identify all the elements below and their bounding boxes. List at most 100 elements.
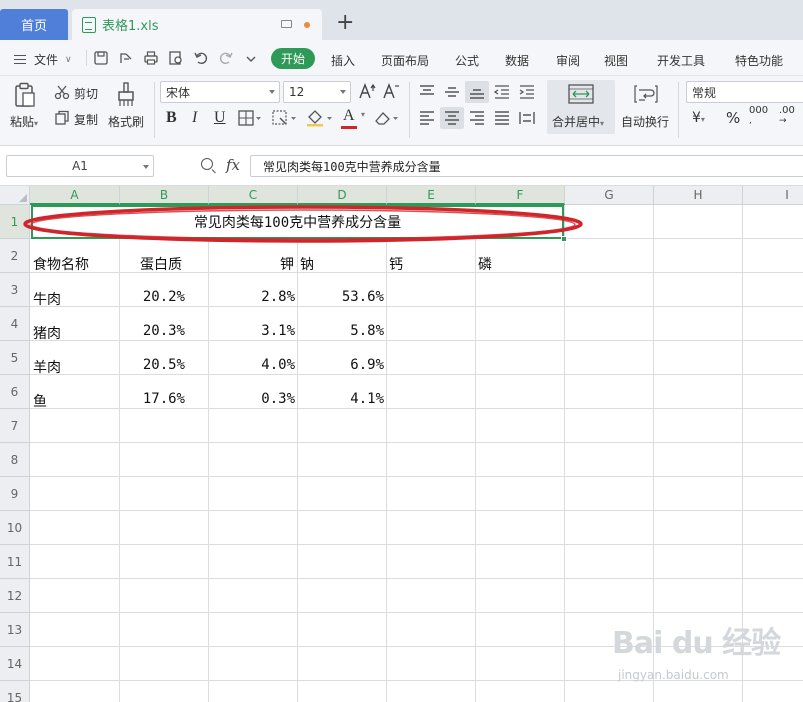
align-top-icon[interactable] — [419, 85, 435, 99]
font-size-select[interactable]: 12 — [283, 81, 351, 103]
merge-cells-icon[interactable] — [568, 84, 594, 104]
row-header-13[interactable]: 13 — [0, 613, 30, 647]
row-header-7[interactable]: 7 — [0, 409, 30, 443]
menu-tab-data[interactable]: 数据 — [505, 52, 529, 69]
align-center-icon[interactable] — [444, 111, 460, 125]
copy-icon[interactable] — [54, 110, 70, 126]
save-icon[interactable] — [93, 50, 109, 66]
justify-icon[interactable] — [494, 111, 510, 125]
row-header-3[interactable]: 3 — [0, 273, 30, 307]
menu-tab-formulas[interactable]: 公式 — [455, 52, 479, 69]
align-left-icon[interactable] — [419, 111, 435, 125]
cell-a3[interactable]: 牛肉 — [33, 289, 61, 309]
new-tab-button[interactable]: + — [336, 12, 354, 34]
align-middle-icon[interactable] — [444, 85, 460, 99]
column-header-h[interactable]: H — [654, 186, 743, 205]
row-header-14[interactable]: 14 — [0, 647, 30, 681]
bold-button[interactable]: B — [166, 109, 177, 127]
cell-e2[interactable]: 钙 — [389, 254, 403, 274]
increase-decimal-button[interactable]: .00 → — [779, 106, 795, 127]
tab-home[interactable]: 首页 — [0, 9, 68, 40]
cell-a5[interactable]: 羊肉 — [33, 357, 61, 377]
percent-button[interactable]: % — [726, 109, 740, 127]
file-menu-button[interactable]: 文件 ∨ — [14, 51, 72, 68]
menu-tab-review[interactable]: 审阅 — [556, 52, 580, 69]
customize-quick-access-icon[interactable] — [243, 50, 259, 66]
format-painter-button[interactable]: 格式刷 — [108, 113, 144, 130]
cell-d4[interactable]: 5.8% — [298, 323, 384, 339]
cell-a2[interactable]: 食物名称 — [33, 254, 89, 274]
cell-c2[interactable]: 钾 — [209, 254, 294, 274]
paste-icon[interactable] — [14, 82, 36, 108]
cell-c6[interactable]: 0.3% — [209, 391, 295, 407]
font-color-button[interactable]: A ▾ — [341, 107, 369, 129]
row-header-4[interactable]: 4 — [0, 307, 30, 341]
eraser-icon[interactable] — [374, 110, 400, 126]
row-header-9[interactable]: 9 — [0, 477, 30, 511]
cell-b6[interactable]: 17.6% — [120, 391, 185, 407]
row-header-12[interactable]: 12 — [0, 579, 30, 613]
name-box[interactable]: A1 — [6, 155, 154, 177]
monitor-icon[interactable] — [281, 20, 292, 28]
increase-indent-icon[interactable] — [519, 85, 535, 99]
italic-button[interactable]: I — [192, 109, 197, 127]
row-header-10[interactable]: 10 — [0, 511, 30, 545]
cell-d5[interactable]: 6.9% — [298, 357, 384, 373]
cell-format-icon[interactable] — [272, 110, 298, 126]
cell-c5[interactable]: 4.0% — [209, 357, 295, 373]
cell-a4[interactable]: 猪肉 — [33, 323, 61, 343]
print-preview-icon[interactable] — [168, 50, 184, 66]
tab-file[interactable]: 表格1.xls — [72, 9, 322, 40]
menu-tab-insert[interactable]: 插入 — [331, 52, 355, 69]
wrap-text-icon[interactable] — [634, 84, 658, 104]
cell-b2[interactable]: 蛋白质 — [140, 254, 182, 274]
cell-c4[interactable]: 3.1% — [209, 323, 295, 339]
menu-tab-start[interactable]: 开始 — [271, 48, 315, 69]
decrease-indent-icon[interactable] — [494, 85, 510, 99]
cell-a6[interactable]: 鱼 — [33, 391, 47, 411]
merge-center-button[interactable]: 合并居中▾ — [552, 113, 604, 130]
column-header-i[interactable]: I — [743, 186, 803, 205]
number-format-select[interactable]: 常规 — [686, 81, 803, 103]
cell-b3[interactable]: 20.2% — [120, 289, 185, 305]
undo-icon[interactable] — [193, 50, 209, 66]
export-icon[interactable] — [118, 50, 134, 66]
zoom-icon[interactable] — [201, 158, 213, 170]
redo-icon[interactable] — [218, 50, 234, 66]
print-icon[interactable] — [143, 50, 159, 66]
increase-font-size-icon[interactable] — [358, 82, 376, 100]
row-header-8[interactable]: 8 — [0, 443, 30, 477]
wrap-text-button[interactable]: 自动换行 — [621, 113, 669, 130]
fill-color-icon[interactable] — [306, 109, 334, 127]
cell-d2[interactable]: 钠 — [300, 254, 314, 274]
decrease-font-size-icon[interactable] — [382, 82, 400, 100]
row-header-15[interactable]: 15 — [0, 681, 30, 702]
currency-button[interactable]: ¥▾ — [692, 110, 705, 126]
paste-button[interactable]: 粘贴▾ — [10, 113, 38, 130]
menu-tab-page-layout[interactable]: 页面布局 — [381, 52, 429, 69]
menu-tab-special[interactable]: 特色功能 — [735, 52, 783, 69]
borders-icon[interactable] — [238, 110, 262, 126]
copy-button[interactable]: 复制 — [74, 111, 98, 128]
align-right-icon[interactable] — [469, 111, 485, 125]
format-painter-icon[interactable] — [116, 82, 136, 108]
thousands-button[interactable]: 000, — [749, 106, 768, 127]
cell-b5[interactable]: 20.5% — [120, 357, 185, 373]
cell-d3[interactable]: 53.6% — [298, 289, 384, 305]
row-header-11[interactable]: 11 — [0, 545, 30, 579]
underline-button[interactable]: U — [214, 109, 226, 127]
menu-tab-view[interactable]: 视图 — [604, 52, 628, 69]
cell-d6[interactable]: 4.1% — [298, 391, 384, 407]
cell-b4[interactable]: 20.3% — [120, 323, 185, 339]
row-header-6[interactable]: 6 — [0, 375, 30, 409]
cell-f2[interactable]: 磷 — [478, 254, 492, 274]
formula-input[interactable]: 常见肉类每100克中营养成分含量 — [250, 155, 803, 177]
menu-tab-developer[interactable]: 开发工具 — [657, 52, 705, 69]
distributed-align-icon[interactable] — [519, 111, 535, 125]
font-name-select[interactable]: 宋体 — [160, 81, 280, 103]
cut-button[interactable]: 剪切 — [74, 85, 98, 102]
scissors-icon[interactable] — [54, 84, 70, 100]
spreadsheet-grid[interactable]: A B C D E F G H I 1 2 3 4 5 6 7 8 9 10 1… — [0, 186, 803, 702]
function-icon[interactable]: fx — [226, 156, 240, 174]
cell-c3[interactable]: 2.8% — [209, 289, 295, 305]
